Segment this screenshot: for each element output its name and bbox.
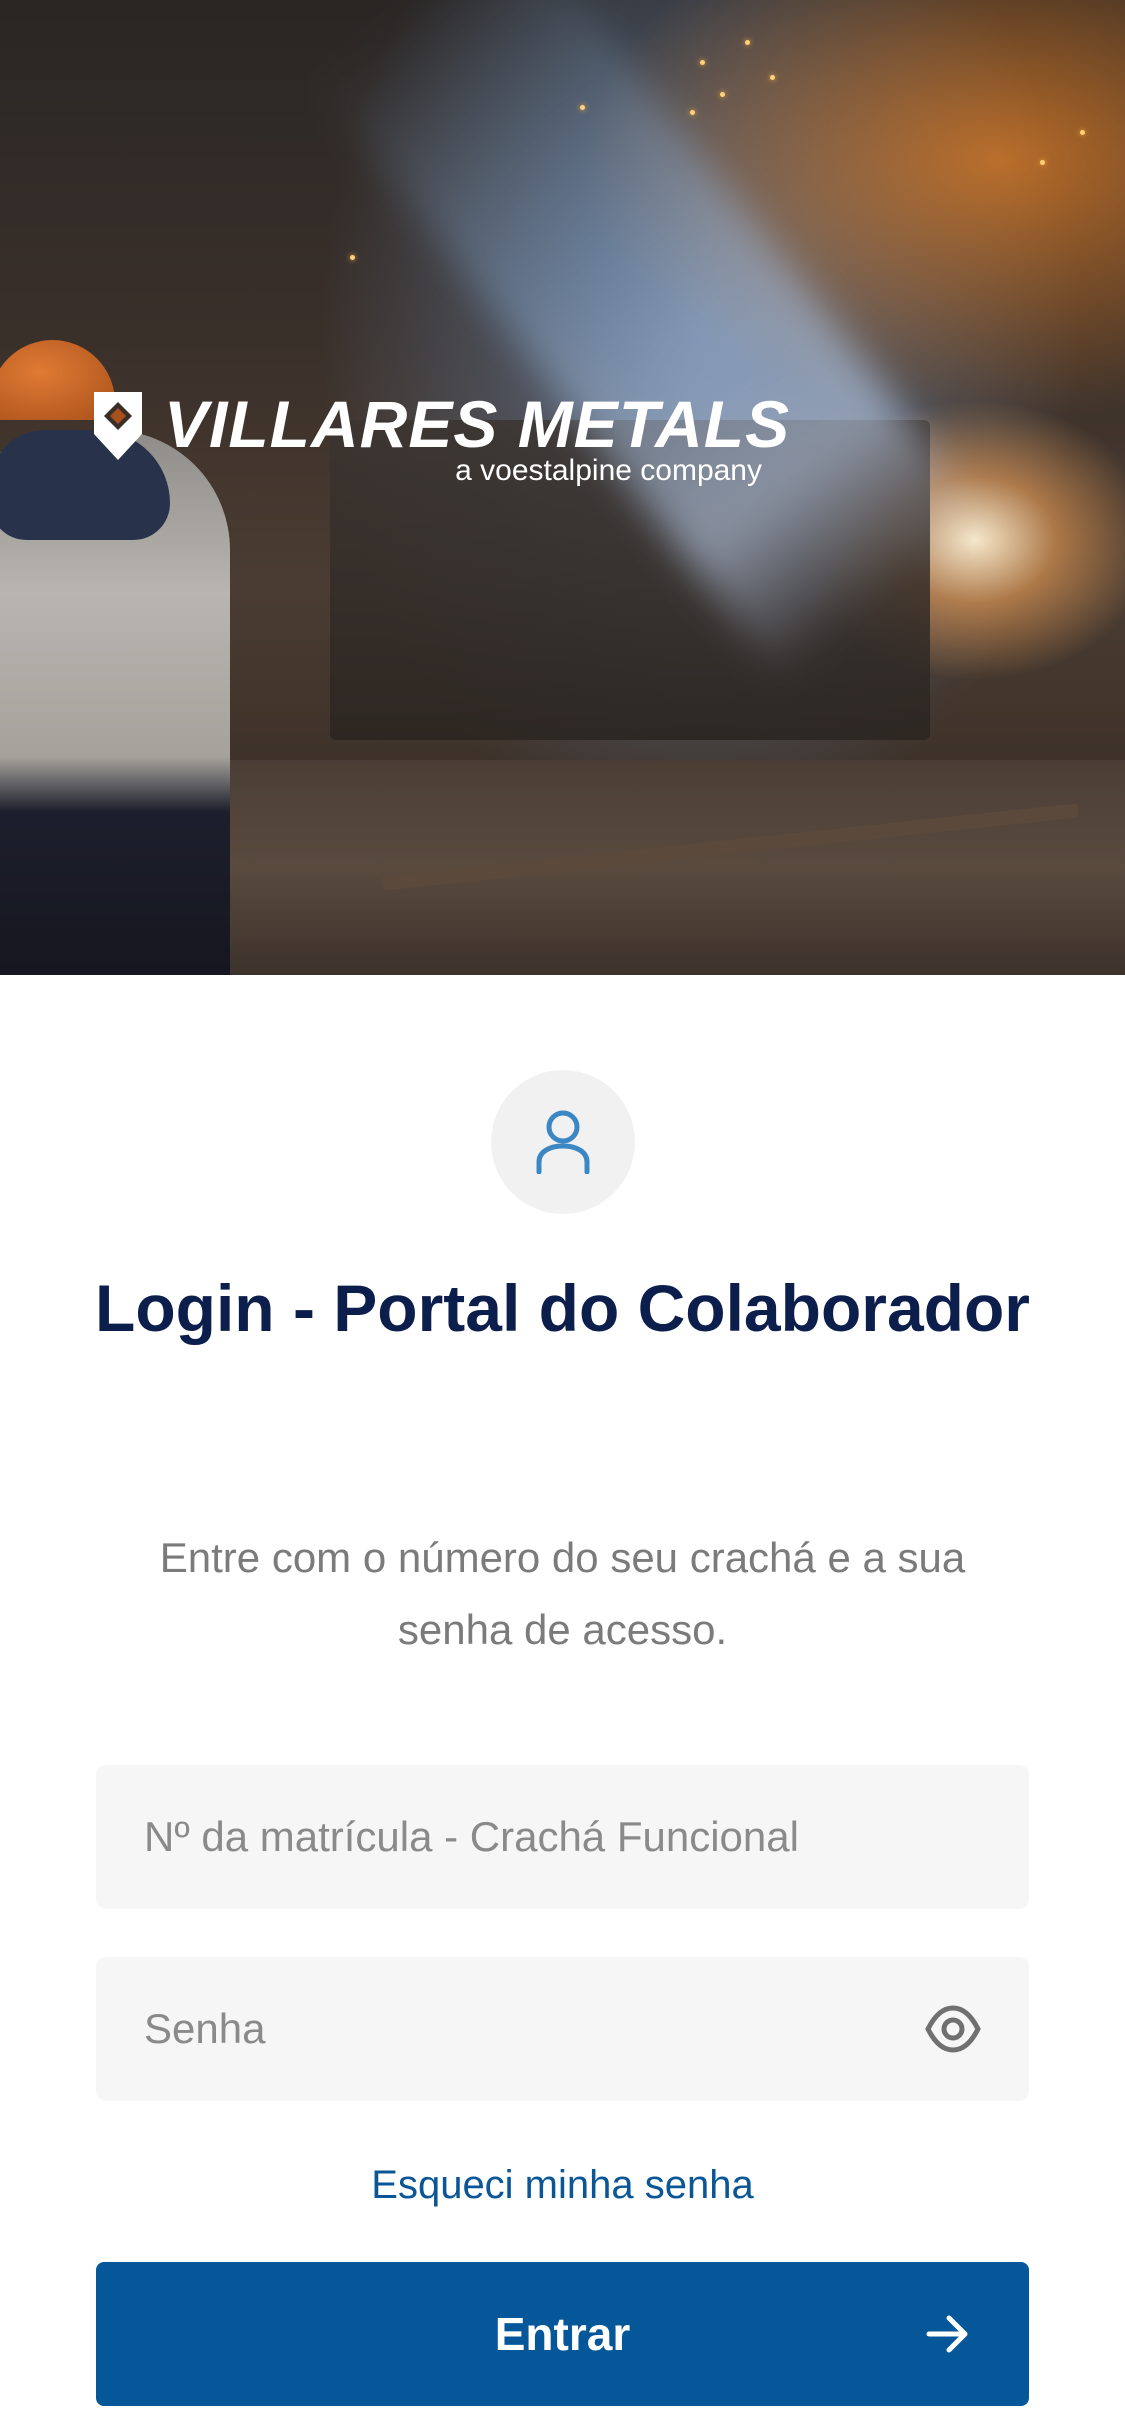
spark	[1080, 130, 1085, 135]
password-field-container	[96, 1957, 1029, 2101]
spark	[720, 92, 725, 97]
spark	[745, 40, 750, 45]
brand-logo: VILLARES METALS a voestalpine company	[92, 384, 789, 494]
forgot-password-link[interactable]: Esqueci minha senha	[0, 2155, 1125, 2215]
spark	[700, 60, 705, 65]
spark	[350, 255, 355, 260]
badge-number-input[interactable]	[96, 1765, 1029, 1909]
spark	[690, 110, 695, 115]
page-subtitle: Entre com o número do seu crachá e a sua…	[159, 1534, 966, 1653]
eye-icon[interactable]	[925, 2003, 981, 2055]
arrow-right-icon	[926, 2315, 968, 2353]
logo-tagline: a voestalpine company	[455, 454, 762, 487]
hero-image: VILLARES METALS a voestalpine company	[0, 0, 1125, 975]
logo-shield-icon	[94, 392, 142, 460]
login-button[interactable]: Entrar	[96, 2262, 1029, 2406]
avatar	[491, 1070, 635, 1214]
spark	[770, 75, 775, 80]
logo-brand-name: VILLARES METALS	[164, 387, 791, 461]
login-button-label: Entrar	[494, 2308, 631, 2360]
badge-number-field-container	[96, 1765, 1029, 1909]
page-title: Login - Portal do Colaborador	[95, 1271, 1030, 1345]
user-icon	[536, 1110, 590, 1174]
spark	[1040, 160, 1045, 165]
spark	[580, 105, 585, 110]
password-input[interactable]	[96, 1957, 1029, 2101]
